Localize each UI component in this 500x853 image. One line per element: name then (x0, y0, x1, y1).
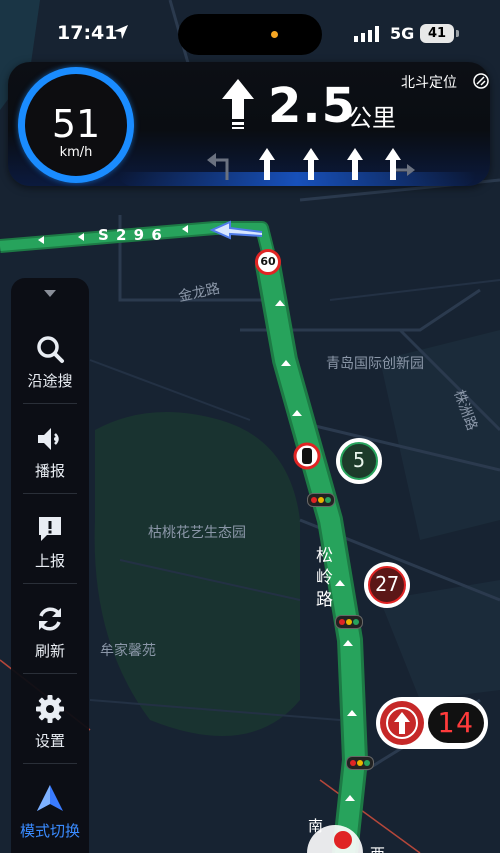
battery-level: 41 (420, 24, 454, 43)
lane-guidance (207, 148, 415, 180)
compass-south: 南 (308, 817, 324, 835)
gear-icon (36, 695, 64, 723)
mode-switch-icon (37, 785, 63, 811)
collapse-chevron-icon[interactable] (44, 290, 56, 297)
lane-straight-icon (259, 148, 275, 180)
lane-straight-right-icon (385, 148, 415, 180)
search-along-label: 沿途搜 (27, 372, 73, 390)
guidance-panel[interactable]: 51 km/h 2.5 公里 北斗定位 (8, 62, 490, 186)
status-bar: 17:41 5G 41 (0, 0, 500, 62)
straight-arrow-icon (380, 701, 424, 745)
park-label: 枯桃花艺生态园 (148, 525, 246, 541)
go-straight-icon (222, 79, 254, 129)
lane-left-turn-icon (207, 153, 229, 180)
lane-straight-icon (303, 148, 319, 180)
satellite-icon (473, 73, 489, 89)
traffic-light-countdown[interactable]: 14 (376, 697, 488, 749)
positioning-label: 北斗定位 (401, 75, 457, 91)
speedometer: 51 km/h (18, 67, 134, 183)
speaker-icon (38, 428, 59, 450)
search-icon (37, 336, 64, 363)
green-light-seconds: 5 (352, 448, 366, 472)
location-arrow-icon (114, 25, 128, 39)
road-label-s296: S 2 9 6 (98, 226, 163, 244)
mode-switch-button[interactable]: 模式切换 (11, 780, 89, 853)
lane-straight-icon (347, 148, 363, 180)
countdown-seconds: 14 (428, 703, 484, 743)
signal-icon (354, 26, 379, 42)
traffic-light-icon (346, 756, 374, 770)
refresh-label: 刷新 (34, 642, 65, 660)
side-toolbar: 沿途搜 播报 上报 刷新 设置 模式切换 (11, 278, 89, 853)
navigation-app: S 2 9 6 金龙路 青岛国际创新园 株洲路 枯桃花艺生态园 松岭路 牟家馨苑… (0, 0, 500, 853)
traffic-light-icon (307, 493, 335, 507)
refresh-icon (39, 607, 61, 631)
red-light-seconds: 27 (374, 572, 400, 596)
distance-unit: 公里 (348, 104, 396, 132)
report-label: 上报 (34, 552, 65, 570)
area-label-qingdao: 青岛国际创新园 (326, 356, 424, 372)
network-type: 5G (390, 24, 415, 43)
mode-switch-label: 模式切换 (19, 822, 80, 840)
compass-west: 西 (370, 843, 385, 853)
current-speed: 51 (51, 102, 101, 146)
traffic-light-green-bubble[interactable]: 5 (336, 438, 382, 484)
traffic-light-icon (335, 615, 363, 629)
dynamic-island (178, 14, 322, 55)
distance-value: 2.5 (268, 78, 357, 134)
status-time: 17:41 (57, 22, 118, 44)
settings-label: 设置 (34, 732, 65, 750)
broadcast-label: 播报 (34, 462, 65, 480)
area-label-nianjia: 牟家馨苑 (100, 643, 156, 659)
road-label-songling: 松岭路 (316, 546, 333, 610)
speed-unit: km/h (59, 145, 93, 160)
speed-limit-sign: 60 (255, 249, 281, 275)
report-icon (39, 517, 61, 541)
traffic-light-red-bubble[interactable]: 27 (364, 562, 410, 608)
